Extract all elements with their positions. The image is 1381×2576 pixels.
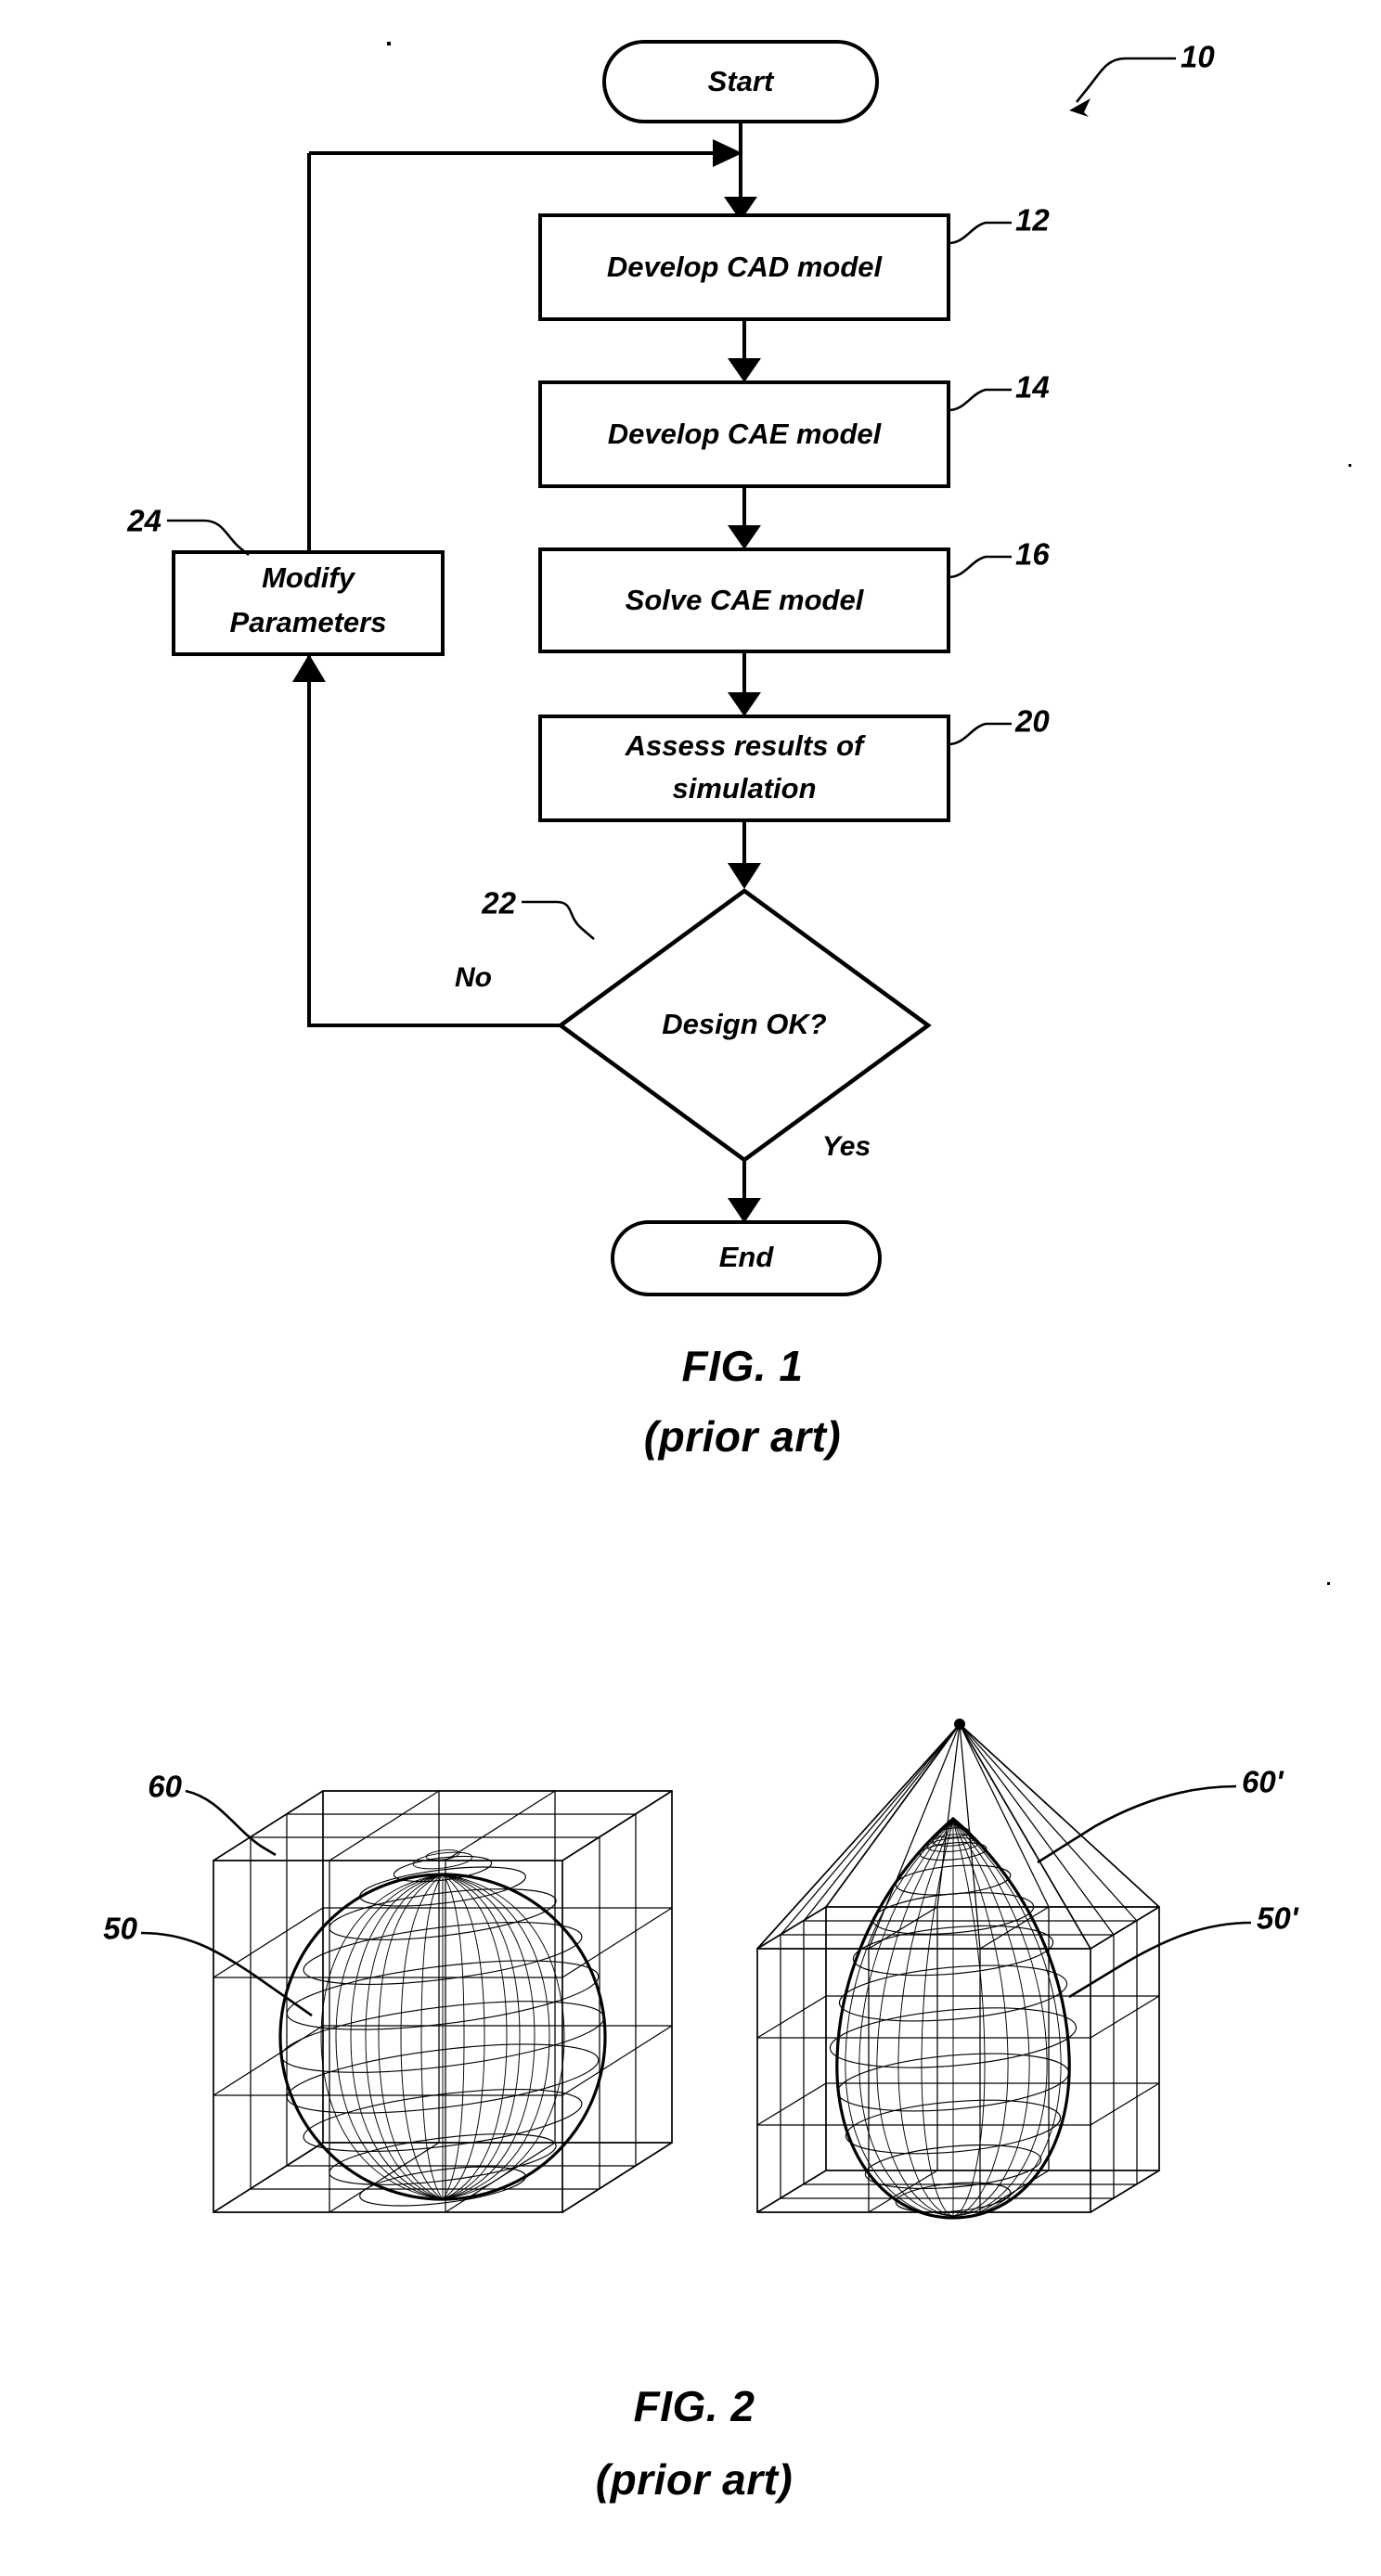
ref-number-50: 50 (103, 1912, 137, 1946)
figure-2-cae-models: 60 50 60' 50' FIG. 2 (prior art) (103, 1719, 1299, 2504)
right-model-ref-leader-50p (1068, 1921, 1252, 1999)
ref-number-50-prime: 50' (1257, 1901, 1299, 1936)
right-model-teardrop-mesh (829, 1816, 1078, 2220)
right-model-cage (756, 1719, 1160, 2213)
left-model-sphere-mesh (278, 1849, 607, 2207)
ref-number-60-prime: 60' (1242, 1765, 1284, 1799)
figure-2-caption-line2: (prior art) (596, 2455, 794, 2504)
right-model-ref-leader-60p (1037, 1784, 1237, 1864)
figure-2-caption-line1: FIG. 2 (634, 2382, 755, 2430)
left-model-ref-leader-60 (185, 1789, 277, 1857)
figure-2-right-model: 60' 50' (756, 1719, 1299, 2220)
ref-number-60: 60 (148, 1770, 182, 1804)
patent-drawing-sheet: 10 Start Develop CAD model 12 Develop CA… (0, 0, 1381, 2576)
figure-2-left-model: 60 50 (103, 1770, 673, 2213)
